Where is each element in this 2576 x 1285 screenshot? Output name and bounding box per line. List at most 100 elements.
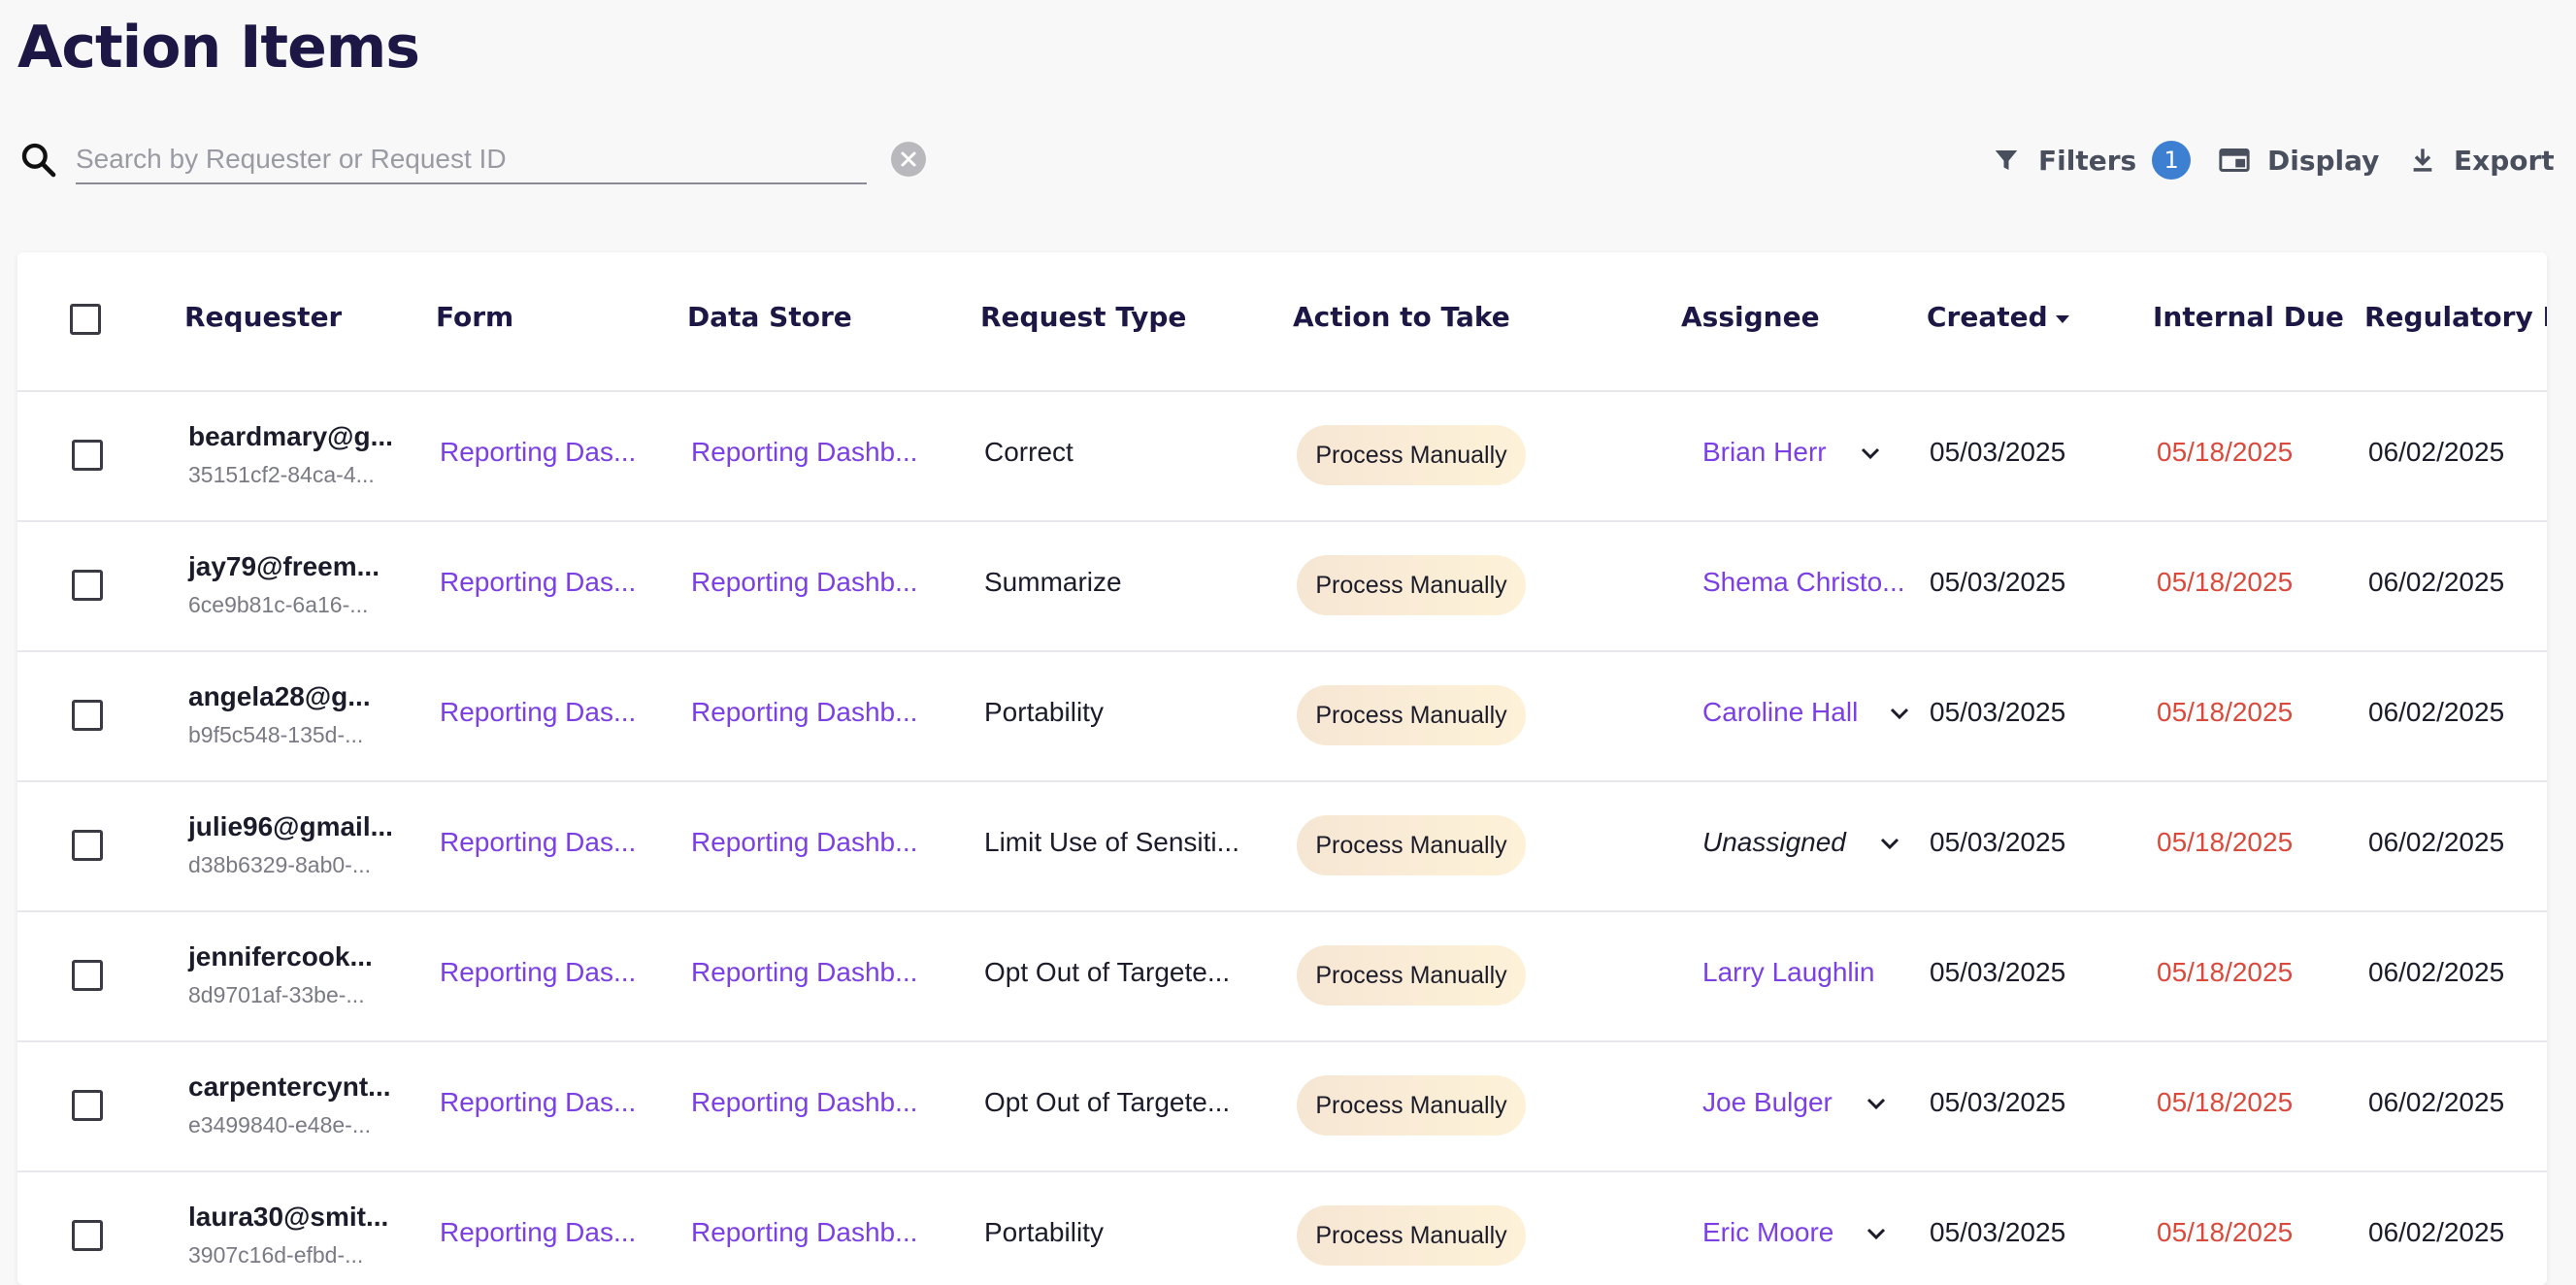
row-checkbox[interactable] xyxy=(72,960,103,991)
sort-desc-icon[interactable] xyxy=(2054,313,2071,325)
header-regulatory-due[interactable]: Regulatory Du xyxy=(2364,301,2547,333)
data-store-link[interactable]: Reporting Dashb... xyxy=(691,697,917,728)
assignee-name[interactable]: Larry Laughlin xyxy=(1702,957,1874,988)
request-type: Opt Out of Targete... xyxy=(984,1087,1231,1117)
header-request-type[interactable]: Request Type xyxy=(980,301,1186,333)
internal-due-date: 05/18/2025 xyxy=(2157,957,2294,987)
clear-search-button[interactable] xyxy=(891,142,926,177)
search-input[interactable] xyxy=(76,136,867,184)
requester-email[interactable]: laura30@smit... xyxy=(188,1202,388,1233)
row-checkbox[interactable] xyxy=(72,570,103,601)
action-badge: Process Manually xyxy=(1297,685,1526,745)
table-row[interactable]: carpentercynt... e3499840-e48e-... Reporti… xyxy=(17,1040,2547,1172)
action-badge: Process Manually xyxy=(1297,815,1526,875)
form-link[interactable]: Reporting Das... xyxy=(440,827,636,858)
search-icon xyxy=(21,143,56,178)
requester-email[interactable]: jay79@freem... xyxy=(188,551,380,582)
page-title: Action Items xyxy=(17,14,420,82)
internal-due-date: 05/18/2025 xyxy=(2157,437,2294,467)
requester-email[interactable]: julie96@gmail... xyxy=(188,811,393,842)
form-link[interactable]: Reporting Das... xyxy=(440,1217,636,1248)
table-row[interactable]: jennifercook... 8d9701af-33be-... Reportin… xyxy=(17,910,2547,1042)
table-row[interactable]: beardmary@g... 35151cf2-84ca-4... Reportin… xyxy=(17,390,2547,522)
internal-due-date: 05/18/2025 xyxy=(2157,1087,2294,1117)
assignee-name[interactable]: Shema Christo... xyxy=(1702,567,1905,598)
action-badge: Process Manually xyxy=(1297,945,1526,1005)
download-icon xyxy=(2413,148,2432,172)
request-type: Summarize xyxy=(984,567,1122,597)
header-created[interactable]: Created xyxy=(1927,301,2048,333)
header-requester[interactable]: Requester xyxy=(184,301,342,333)
table-header: Requester Form Data Store Request Type A… xyxy=(17,252,2547,392)
row-checkbox[interactable] xyxy=(72,1220,103,1251)
regulatory-due-date: 06/02/2025 xyxy=(2368,567,2505,597)
close-icon xyxy=(901,151,916,167)
requester-email[interactable]: angela28@g... xyxy=(188,681,371,712)
assignee-name[interactable]: Eric Moore xyxy=(1702,1217,1833,1248)
display-icon xyxy=(2219,148,2250,172)
header-action-to-take[interactable]: Action to Take xyxy=(1293,301,1510,333)
chevron-down-icon[interactable] xyxy=(1860,446,1881,460)
requester-email[interactable]: jennifercook... xyxy=(188,941,373,972)
data-store-link[interactable]: Reporting Dashb... xyxy=(691,1087,917,1118)
form-link[interactable]: Reporting Das... xyxy=(440,567,636,598)
filter-icon xyxy=(1995,150,2018,170)
data-store-link[interactable]: Reporting Dashb... xyxy=(691,957,917,988)
requester-email[interactable]: beardmary@g... xyxy=(188,421,393,452)
internal-due-date: 05/18/2025 xyxy=(2157,1217,2294,1247)
data-store-link[interactable]: Reporting Dashb... xyxy=(691,827,917,858)
header-internal-due[interactable]: Internal Due D xyxy=(2153,301,2343,333)
form-link[interactable]: Reporting Das... xyxy=(440,957,636,988)
action-items-table: Requester Form Data Store Request Type A… xyxy=(17,252,2547,1285)
export-label: Export xyxy=(2454,144,2555,177)
select-all-checkbox[interactable] xyxy=(70,304,101,335)
table-row[interactable]: jay79@freem... 6ce9b81c-6a16-... Reporting… xyxy=(17,520,2547,652)
row-checkbox[interactable] xyxy=(72,700,103,731)
filters-button[interactable]: Filters 1 xyxy=(1992,136,2192,184)
table-row[interactable]: laura30@smit... 3907c16d-efbd-... Reportin… xyxy=(17,1170,2547,1285)
action-badge: Process Manually xyxy=(1297,425,1526,485)
row-checkbox[interactable] xyxy=(72,830,103,861)
chevron-down-icon[interactable] xyxy=(1879,837,1900,850)
chevron-down-icon[interactable] xyxy=(1866,1227,1887,1240)
header-form[interactable]: Form xyxy=(436,301,513,333)
chevron-down-icon[interactable] xyxy=(1889,707,1910,720)
assignee-name[interactable]: Brian Herr xyxy=(1702,437,1827,468)
form-link[interactable]: Reporting Das... xyxy=(440,437,636,468)
data-store-link[interactable]: Reporting Dashb... xyxy=(691,437,917,468)
regulatory-due-date: 06/02/2025 xyxy=(2368,957,2505,987)
display-button[interactable]: Display xyxy=(2219,136,2379,184)
requester-email[interactable]: carpentercynt... xyxy=(188,1071,391,1103)
action-badge: Process Manually xyxy=(1297,1205,1526,1266)
assignee-name[interactable]: Joe Bulger xyxy=(1702,1087,1833,1118)
regulatory-due-date: 06/02/2025 xyxy=(2368,697,2505,727)
created-date: 05/03/2025 xyxy=(1930,957,2066,987)
export-button[interactable]: Export xyxy=(2409,136,2555,184)
request-type: Correct xyxy=(984,437,1073,467)
created-date: 05/03/2025 xyxy=(1930,567,2066,597)
data-store-link[interactable]: Reporting Dashb... xyxy=(691,1217,917,1248)
assignee-name[interactable]: Caroline Hall xyxy=(1702,697,1858,728)
row-checkbox[interactable] xyxy=(72,440,103,471)
row-checkbox[interactable] xyxy=(72,1090,103,1121)
table-row[interactable]: julie96@gmail... d38b6329-8ab0-... Reporti… xyxy=(17,780,2547,912)
created-date: 05/03/2025 xyxy=(1930,827,2066,857)
form-link[interactable]: Reporting Das... xyxy=(440,1087,636,1118)
request-id: 35151cf2-84ca-4... xyxy=(188,462,375,487)
request-id: e3499840-e48e-... xyxy=(188,1112,371,1137)
created-date: 05/03/2025 xyxy=(1930,1217,2066,1247)
request-type: Portability xyxy=(984,1217,1104,1247)
filters-count-badge: 1 xyxy=(2152,141,2192,180)
data-store-link[interactable]: Reporting Dashb... xyxy=(691,567,917,598)
regulatory-due-date: 06/02/2025 xyxy=(2368,827,2505,857)
request-type: Limit Use of Sensiti... xyxy=(984,827,1239,857)
regulatory-due-date: 06/02/2025 xyxy=(2368,1217,2505,1247)
header-data-store[interactable]: Data Store xyxy=(687,301,852,333)
form-link[interactable]: Reporting Das... xyxy=(440,697,636,728)
chevron-down-icon[interactable] xyxy=(1866,1097,1887,1110)
header-assignee[interactable]: Assignee xyxy=(1681,301,1820,333)
filters-label: Filters xyxy=(2038,144,2137,177)
assignee-name[interactable]: Unassigned xyxy=(1702,827,1846,858)
display-label: Display xyxy=(2267,144,2380,177)
table-row[interactable]: angela28@g... b9f5c548-135d-... Reporting … xyxy=(17,650,2547,782)
